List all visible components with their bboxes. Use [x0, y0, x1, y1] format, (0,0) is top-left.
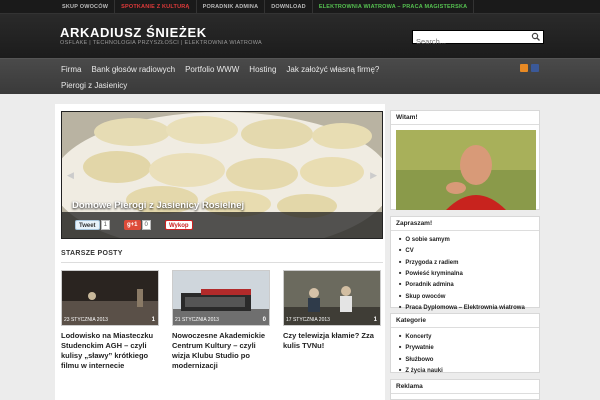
- sidebar-link[interactable]: Przygoda z radiem: [399, 257, 534, 268]
- post-title[interactable]: Nowoczesne Akademickie Centrum Kultury –…: [172, 331, 270, 371]
- slider-caption-bar: [62, 212, 382, 238]
- widget-title: Kategorie: [391, 314, 539, 328]
- slider-next-icon[interactable]: ▶: [370, 170, 377, 181]
- top-bar: SKUP OWOCÓW SPOTKANIE Z KULTURĄ PORADNIK…: [0, 0, 600, 14]
- wykop-share[interactable]: Wykop: [165, 220, 193, 230]
- post-title[interactable]: Czy telewizja kłamie? Zza kulis TVNu!: [283, 331, 381, 351]
- nav-item-hosting[interactable]: Hosting: [244, 63, 281, 77]
- rss-icon[interactable]: [520, 64, 528, 72]
- category-link[interactable]: Służbowo: [399, 354, 534, 365]
- topnav-item-skup[interactable]: SKUP OWOCÓW: [56, 0, 116, 14]
- post-card[interactable]: 21 STYCZNIA 2013 0 Nowoczesne Akademicki…: [172, 270, 270, 371]
- site-header: ARKADIUSZ ŚNIEŻEK OSFLAKE | TECHNOLOGIA …: [0, 14, 600, 58]
- topnav-item-poradnik[interactable]: PORADNIK ADMINA: [197, 0, 266, 14]
- nav-item-portfolio[interactable]: Portfolio WWW: [180, 63, 244, 77]
- avatar: [396, 130, 536, 210]
- post-card[interactable]: 17 STYCZNIA 2013 1 Czy telewizja kłamie?…: [283, 270, 381, 351]
- categories-widget: Kategorie Koncerty Prywatnie Służbowo Z …: [390, 313, 540, 376]
- nav-item-bank-glosow[interactable]: Bank głosów radiowych: [86, 63, 180, 77]
- topnav-item-elektrownia[interactable]: ELEKTROWNIA WIATROWA – PRACA MAGISTERSKA: [313, 0, 475, 14]
- widget-title: Reklama: [391, 380, 539, 394]
- sidebar-link[interactable]: Powieść kryminalna: [399, 268, 534, 279]
- sidebar-link[interactable]: CV: [399, 245, 534, 256]
- post-date: 21 STYCZNIA 2013: [175, 317, 219, 323]
- zapraszam-widget: Zapraszam! O sobie samym CV Przygoda z r…: [390, 216, 540, 311]
- nav-item-firma[interactable]: Firma: [56, 63, 86, 77]
- category-link[interactable]: Koncerty: [399, 331, 534, 342]
- category-link[interactable]: Prywatnie: [399, 342, 534, 353]
- gplus-count: 0: [141, 220, 151, 230]
- post-date: 17 STYCZNIA 2013: [286, 317, 330, 323]
- gplus-share[interactable]: g+1 0: [124, 220, 151, 230]
- older-posts-heading: STARSZE POSTY: [61, 250, 123, 257]
- sidebar-link[interactable]: Poradnik admina: [399, 279, 534, 290]
- slider-prev-icon[interactable]: ◀: [67, 170, 74, 181]
- tweet-button[interactable]: Tweet: [75, 220, 100, 230]
- gplus-button[interactable]: g+1: [124, 220, 141, 230]
- post-thumbnail[interactable]: 21 STYCZNIA 2013 0: [172, 270, 270, 326]
- ads-widget: Reklama: [390, 379, 540, 400]
- comment-count[interactable]: 1: [152, 317, 155, 323]
- welcome-widget: Witam!: [390, 110, 540, 210]
- post-title[interactable]: Lodowisko na Miasteczku Studenckim AGH –…: [61, 331, 159, 371]
- post-card[interactable]: 23 STYCZNIA 2013 1 Lodowisko na Miastecz…: [61, 270, 159, 371]
- tweet-share[interactable]: Tweet 1: [75, 220, 110, 230]
- nav-item-pierogi[interactable]: Pierogi z Jasienicy: [56, 79, 132, 93]
- sidebar-link[interactable]: Praca Dyplomowa – Elektrownia wiatrowa: [399, 302, 534, 313]
- search-input[interactable]: [413, 35, 523, 48]
- post-thumbnail[interactable]: 23 STYCZNIA 2013 1: [61, 270, 159, 326]
- site-title[interactable]: ARKADIUSZ ŚNIEŻEK: [60, 25, 207, 40]
- search-box: [412, 30, 544, 48]
- slide-title[interactable]: Domowe Pierogi z Jasienicy Rosielnej: [72, 200, 244, 211]
- category-link[interactable]: Z życia nauki: [399, 365, 534, 376]
- post-date: 23 STYCZNIA 2013: [64, 317, 108, 323]
- facebook-icon[interactable]: [531, 64, 539, 72]
- divider: [61, 262, 383, 263]
- avatar-image: [396, 130, 536, 210]
- search-icon[interactable]: [531, 32, 541, 42]
- main-nav: Firma Bank głosów radiowych Portfolio WW…: [0, 58, 600, 94]
- sidebar-link[interactable]: O sobie samym: [399, 234, 534, 245]
- wykop-button[interactable]: Wykop: [165, 220, 193, 230]
- widget-title: Witam!: [391, 111, 539, 125]
- topnav-item-spotkanie[interactable]: SPOTKANIE Z KULTURĄ: [115, 0, 197, 14]
- widget-title: Zapraszam!: [391, 217, 539, 231]
- top-nav: SKUP OWOCÓW SPOTKANIE Z KULTURĄ PORADNIK…: [56, 0, 475, 14]
- comment-count[interactable]: 0: [263, 317, 266, 323]
- post-thumbnail[interactable]: 17 STYCZNIA 2013 1: [283, 270, 381, 326]
- topnav-item-download[interactable]: DOWNLOAD: [265, 0, 313, 14]
- nav-item-jak-zalozyc[interactable]: Jak założyć własną firmę?: [281, 63, 384, 77]
- tweet-count: 1: [100, 220, 110, 230]
- comment-count[interactable]: 1: [374, 317, 377, 323]
- sidebar-link[interactable]: Skup owoców: [399, 291, 534, 302]
- site-description: OSFLAKE | TECHNOLOGIA PRZYSZŁOŚCI | ELEK…: [60, 40, 263, 46]
